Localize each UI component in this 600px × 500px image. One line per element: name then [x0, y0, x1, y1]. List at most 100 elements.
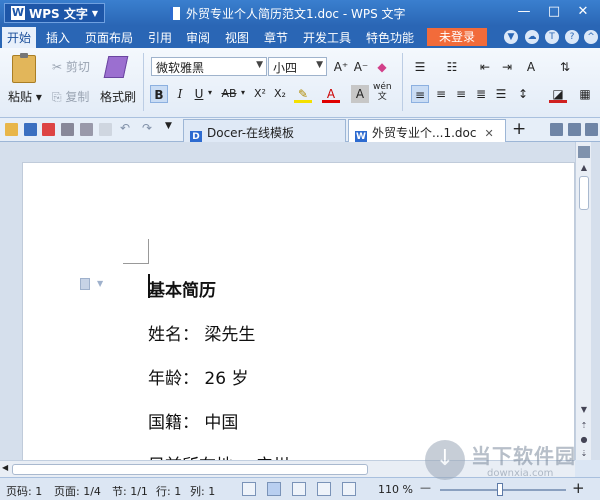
export-pdf-icon[interactable]: [42, 123, 55, 136]
chevron-down-icon[interactable]: ▾: [208, 88, 212, 97]
font-name-select[interactable]: 微软雅黑 ▼: [151, 57, 267, 76]
shirt-icon[interactable]: T: [545, 30, 559, 44]
clear-format-icon[interactable]: ◆: [373, 58, 391, 76]
numbered-list-icon[interactable]: ☷: [443, 58, 461, 76]
scroll-down-icon[interactable]: ▼: [578, 404, 590, 416]
scroll-left-icon[interactable]: ◀: [2, 463, 8, 472]
highlight-icon[interactable]: ✎: [294, 85, 312, 103]
strikethrough-button[interactable]: AB: [218, 85, 240, 103]
watermark-text: 当下软件园: [471, 444, 576, 468]
paragraph-handle-icon[interactable]: [80, 278, 90, 290]
page-icon[interactable]: [99, 123, 112, 136]
doc-line-name[interactable]: 姓名： 梁先生: [148, 320, 255, 345]
reading-view-icon[interactable]: [342, 482, 356, 496]
menu-chapter[interactable]: 章节: [264, 29, 288, 46]
chevron-down-icon[interactable]: ▼: [97, 279, 103, 288]
decrease-indent-icon[interactable]: ⇤: [476, 58, 494, 76]
font-color-button[interactable]: A: [322, 85, 340, 103]
tab-list-icon[interactable]: [550, 123, 563, 136]
close-button[interactable]: ✕: [570, 2, 596, 22]
vertical-scroll-thumb[interactable]: [579, 176, 589, 210]
tab-docer-templates[interactable]: D Docer-在线模板: [183, 119, 346, 143]
close-icon[interactable]: ✕: [484, 127, 493, 140]
menu-review[interactable]: 审阅: [186, 29, 210, 46]
paste-button[interactable]: 粘贴 ▾: [8, 88, 42, 105]
format-painter-button[interactable]: 格式刷: [100, 88, 136, 105]
menu-insert[interactable]: 插入: [46, 29, 70, 46]
grow-font-button[interactable]: A⁺: [332, 58, 350, 76]
distributed-align-icon[interactable]: ☰: [492, 85, 510, 103]
open-folder-icon[interactable]: [5, 123, 18, 136]
text-style-icon[interactable]: A: [522, 58, 540, 76]
collapse-ribbon-icon[interactable]: ^: [584, 30, 598, 44]
cut-button[interactable]: ✂ 剪切: [52, 58, 90, 75]
menu-page-layout[interactable]: 页面布局: [85, 29, 133, 46]
shading-fill-icon[interactable]: ◪: [549, 85, 567, 103]
outline-view-icon[interactable]: [292, 482, 306, 496]
align-left-icon[interactable]: ≡: [411, 85, 429, 103]
doc-line-nationality[interactable]: 国籍： 中国: [148, 408, 238, 433]
paste-icon[interactable]: [12, 53, 36, 83]
menu-start[interactable]: 开始: [2, 27, 37, 48]
chevron-down-icon[interactable]: ▾: [241, 88, 245, 97]
status-column: 列: 1: [190, 485, 216, 498]
undo-icon[interactable]: ↶: [120, 121, 130, 135]
shrink-font-button[interactable]: A⁻: [352, 58, 370, 76]
doc-line-heading[interactable]: 基本简历: [148, 276, 216, 301]
menu-special-features[interactable]: 特色功能: [366, 29, 414, 46]
wps-app-menu-button[interactable]: W WPS 文字 ▼: [4, 3, 106, 23]
print-preview-icon[interactable]: [80, 123, 93, 136]
prev-page-icon[interactable]: ⇡: [578, 420, 590, 432]
document-icon: [170, 7, 180, 20]
login-button[interactable]: 未登录: [427, 28, 487, 46]
ribbon-separator: [402, 53, 403, 111]
underline-button[interactable]: U: [190, 85, 208, 103]
new-tab-button[interactable]: +: [512, 119, 526, 139]
scroll-up-icon[interactable]: ▲: [578, 162, 590, 174]
format-painter-icon[interactable]: [103, 56, 129, 78]
cloud-icon[interactable]: ☁: [525, 30, 539, 44]
chevron-down-icon: ▼: [316, 60, 323, 70]
help-icon[interactable]: ?: [565, 30, 579, 44]
italic-button[interactable]: I: [171, 85, 189, 103]
status-section: 节: 1/1: [112, 485, 148, 498]
menu-references[interactable]: 引用: [148, 29, 172, 46]
pinyin-guide-button[interactable]: wén 文: [373, 82, 392, 102]
superscript-button[interactable]: X²: [251, 85, 269, 103]
page-view-icon[interactable]: [267, 482, 281, 496]
close-window-icon[interactable]: [585, 123, 598, 136]
customize-toolbar-icon[interactable]: ▼: [165, 121, 172, 131]
menu-view[interactable]: 视图: [225, 29, 249, 46]
horizontal-scroll-thumb[interactable]: [12, 464, 368, 475]
font-size-select[interactable]: 小四 ▼: [268, 57, 327, 76]
doc-line-age[interactable]: 年龄： 26 岁: [148, 364, 248, 389]
tab-current-document[interactable]: W 外贸专业个...1.doc ✕: [348, 119, 506, 143]
zoom-level[interactable]: 110 %: [378, 483, 413, 496]
copy-button[interactable]: ⎘ 复制: [52, 88, 89, 105]
vertical-scrollbar[interactable]: ▲ ▼ ⇡ ● ⇣: [575, 142, 591, 460]
char-shading-button[interactable]: A: [351, 85, 369, 103]
skin-icon[interactable]: ▼: [504, 30, 518, 44]
restore-icon[interactable]: [568, 123, 581, 136]
align-center-icon[interactable]: ≡: [432, 85, 450, 103]
increase-indent-icon[interactable]: ⇥: [498, 58, 516, 76]
redo-icon[interactable]: ↷: [142, 121, 152, 135]
maximize-button[interactable]: □: [541, 2, 567, 22]
document-page[interactable]: [22, 162, 575, 482]
minimize-button[interactable]: —: [511, 2, 537, 22]
web-view-icon[interactable]: [317, 482, 331, 496]
save-icon[interactable]: [24, 123, 37, 136]
subscript-button[interactable]: X₂: [271, 85, 289, 103]
bullet-list-icon[interactable]: ☰: [411, 58, 429, 76]
align-right-icon[interactable]: ≡: [452, 85, 470, 103]
print-icon[interactable]: [61, 123, 74, 136]
borders-icon[interactable]: ▦: [576, 85, 594, 103]
sort-icon[interactable]: ⇅: [556, 58, 574, 76]
menu-developer[interactable]: 开发工具: [303, 29, 351, 46]
line-spacing-icon[interactable]: ↕: [514, 85, 532, 103]
ruler-toggle-icon[interactable]: [578, 146, 590, 158]
wps-logo-icon: W: [11, 6, 25, 20]
bold-button[interactable]: B: [150, 85, 168, 103]
full-screen-icon[interactable]: [242, 482, 256, 496]
justify-icon[interactable]: ≣: [472, 85, 490, 103]
